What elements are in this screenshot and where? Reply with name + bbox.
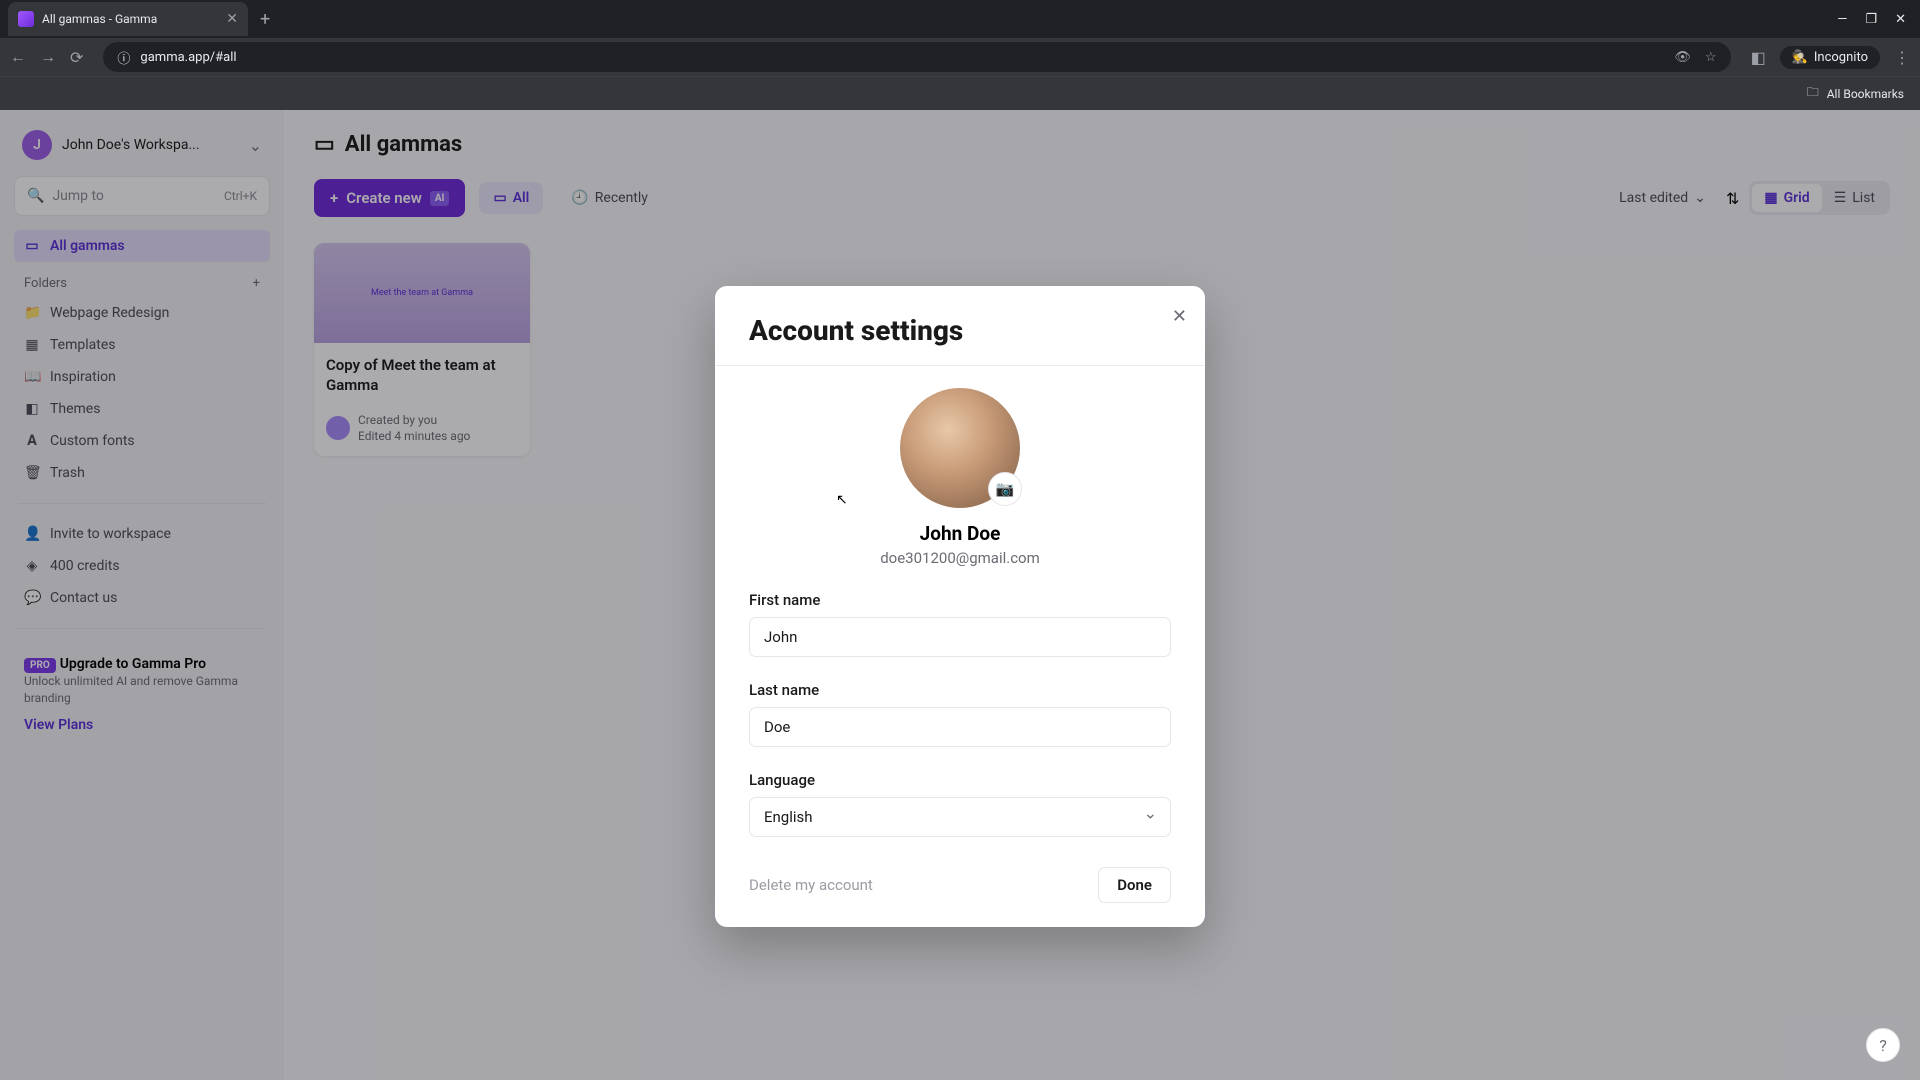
- last-name-field[interactable]: [749, 707, 1171, 747]
- menu-icon[interactable]: ⋮: [1894, 48, 1910, 67]
- browser-tab-strip: All gammas - Gamma ✕ + — ❐ ✕: [0, 0, 1920, 38]
- close-icon[interactable]: ✕: [1172, 306, 1187, 327]
- tab-title: All gammas - Gamma: [42, 12, 157, 26]
- done-button[interactable]: Done: [1098, 867, 1171, 903]
- address-bar: ← → ⟳ ⓘ gamma.app/#all 👁 ☆ ◧ 🕵 Incognito…: [0, 38, 1920, 76]
- help-button[interactable]: ?: [1866, 1028, 1900, 1062]
- window-close-icon[interactable]: ✕: [1895, 12, 1906, 27]
- first-name-label: First name: [749, 591, 1171, 609]
- url-text: gamma.app/#all: [140, 50, 236, 65]
- language-select[interactable]: [749, 797, 1171, 837]
- browser-tab[interactable]: All gammas - Gamma ✕: [8, 2, 248, 36]
- site-info-icon[interactable]: ⓘ: [117, 48, 130, 67]
- eye-off-icon[interactable]: 👁: [1674, 50, 1691, 65]
- favicon: [18, 11, 34, 27]
- folder-icon: 🗀: [1807, 83, 1819, 104]
- change-photo-button[interactable]: 📷: [988, 472, 1022, 506]
- new-tab-button[interactable]: +: [260, 9, 270, 30]
- divider: [715, 365, 1205, 366]
- question-icon: ?: [1879, 1036, 1887, 1055]
- account-settings-modal: Account settings ✕ 📷 John Doe doe301200@…: [715, 286, 1205, 927]
- incognito-icon: 🕵: [1792, 50, 1808, 65]
- panel-icon[interactable]: ◧: [1751, 48, 1766, 67]
- forward-icon[interactable]: →: [40, 47, 56, 67]
- modal-title: Account settings: [749, 314, 1171, 347]
- incognito-badge[interactable]: 🕵 Incognito: [1780, 46, 1880, 69]
- close-icon[interactable]: ✕: [226, 11, 238, 27]
- maximize-icon[interactable]: ❐: [1865, 12, 1877, 27]
- last-name-label: Last name: [749, 681, 1171, 699]
- reload-icon[interactable]: ⟳: [70, 48, 83, 67]
- url-input[interactable]: ⓘ gamma.app/#all 👁 ☆: [103, 42, 1730, 72]
- user-display-name: John Doe: [749, 522, 1171, 545]
- first-name-field[interactable]: [749, 617, 1171, 657]
- user-email: doe301200@gmail.com: [749, 549, 1171, 567]
- camera-icon: 📷: [996, 480, 1015, 498]
- star-icon[interactable]: ☆: [1705, 50, 1717, 65]
- all-bookmarks-link[interactable]: All Bookmarks: [1827, 87, 1904, 101]
- delete-account-link[interactable]: Delete my account: [749, 876, 873, 894]
- minimize-icon[interactable]: —: [1837, 12, 1847, 27]
- language-label: Language: [749, 771, 1171, 789]
- bookmark-bar: 🗀 All Bookmarks: [0, 76, 1920, 110]
- back-icon[interactable]: ←: [10, 47, 26, 67]
